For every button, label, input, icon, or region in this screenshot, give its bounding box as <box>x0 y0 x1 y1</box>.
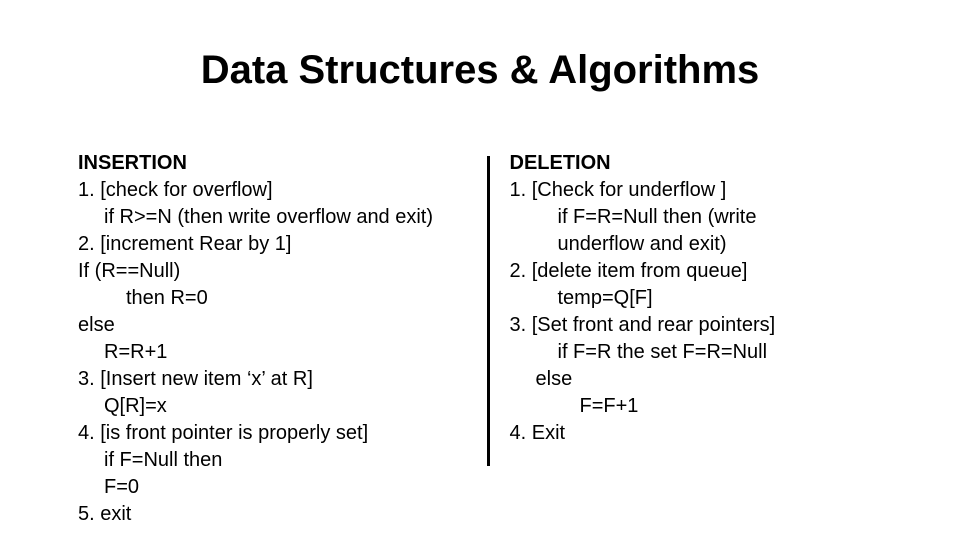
insertion-line: If (R==Null) <box>78 258 469 285</box>
insertion-heading: INSERTION <box>78 150 469 177</box>
insertion-line: then R=0 <box>78 285 469 312</box>
slide-title: Data Structures & Algorithms <box>0 48 960 93</box>
content-columns: INSERTION 1. [check for overflow] if R>=… <box>78 150 900 528</box>
deletion-line: if F=R the set F=R=Null <box>510 339 901 366</box>
insertion-column: INSERTION 1. [check for overflow] if R>=… <box>78 150 487 528</box>
deletion-line: underflow and exit) <box>510 231 901 258</box>
insertion-line: 4. [is front pointer is properly set] <box>78 420 469 447</box>
deletion-heading: DELETION <box>510 150 901 177</box>
slide: Data Structures & Algorithms INSERTION 1… <box>0 0 960 540</box>
deletion-line: else <box>510 366 901 393</box>
insertion-line: if R>=N (then write overflow and exit) <box>78 204 469 231</box>
deletion-line: 4. Exit <box>510 420 901 447</box>
insertion-line: F=0 <box>78 474 469 501</box>
deletion-line: 2. [delete item from queue] <box>510 258 901 285</box>
insertion-line: else <box>78 312 469 339</box>
insertion-line: if F=Null then <box>78 447 469 474</box>
insertion-line: 5. exit <box>78 501 469 528</box>
deletion-line: F=F+1 <box>510 393 901 420</box>
deletion-line: 3. [Set front and rear pointers] <box>510 312 901 339</box>
insertion-line: 3. [Insert new item ‘x’ at R] <box>78 366 469 393</box>
insertion-line: Q[R]=x <box>78 393 469 420</box>
insertion-line: 2. [increment Rear by 1] <box>78 231 469 258</box>
deletion-line: temp=Q[F] <box>510 285 901 312</box>
deletion-line: 1. [Check for underflow ] <box>510 177 901 204</box>
insertion-line: R=R+1 <box>78 339 469 366</box>
insertion-line: 1. [check for overflow] <box>78 177 469 204</box>
deletion-line: if F=R=Null then (write <box>510 204 901 231</box>
deletion-column: DELETION 1. [Check for underflow ] if F=… <box>490 150 901 447</box>
